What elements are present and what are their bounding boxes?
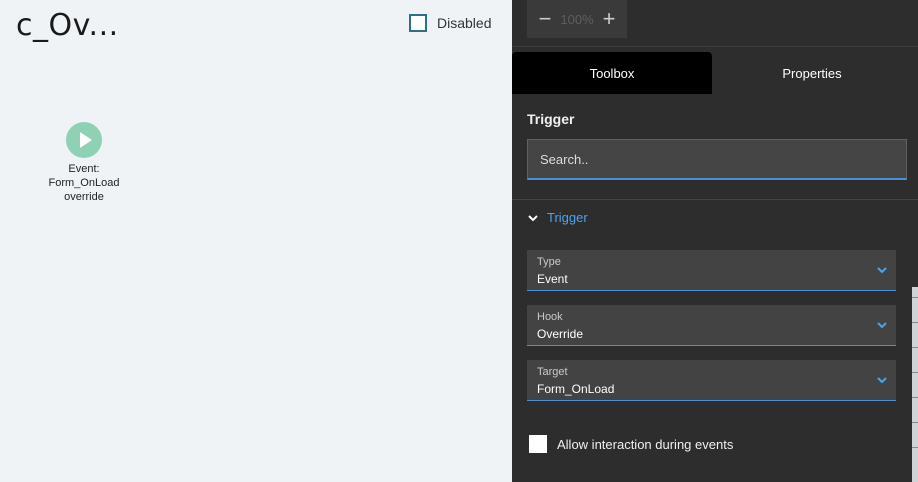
allow-interaction-label: Allow interaction during events bbox=[557, 436, 734, 452]
trigger-accordion[interactable]: Trigger bbox=[527, 210, 588, 225]
zoom-in-button[interactable]: + bbox=[599, 6, 619, 31]
type-label: Type bbox=[537, 256, 561, 268]
flow-title: c_Ov... bbox=[16, 8, 119, 43]
panel-tabs: Toolbox Properties bbox=[512, 52, 918, 94]
background-window-edge bbox=[912, 287, 918, 482]
trigger-accordion-label: Trigger bbox=[547, 210, 588, 225]
event-node-line1: Event: bbox=[68, 163, 100, 175]
tab-toolbox[interactable]: Toolbox bbox=[512, 52, 712, 94]
edge-tick bbox=[912, 397, 918, 398]
divider bbox=[512, 199, 918, 200]
event-node-line3: override bbox=[64, 191, 104, 203]
target-value: Form_OnLoad bbox=[537, 382, 615, 396]
type-select[interactable]: Type Event bbox=[527, 250, 896, 291]
allow-interaction-checkbox[interactable] bbox=[529, 435, 547, 453]
hook-select[interactable]: Hook Override bbox=[527, 305, 896, 346]
allow-interaction-toggle[interactable]: Allow interaction during events bbox=[529, 435, 733, 453]
chevron-down-icon bbox=[877, 322, 887, 329]
divider bbox=[512, 46, 918, 47]
edge-tick bbox=[912, 447, 918, 448]
zoom-out-button[interactable]: − bbox=[535, 6, 555, 31]
edge-tick bbox=[912, 322, 918, 323]
disabled-label: Disabled bbox=[437, 15, 492, 31]
type-value: Event bbox=[537, 272, 568, 286]
event-node-line2: Form_OnLoad bbox=[48, 177, 120, 189]
side-panel: − 100% + Toolbox Properties Trigger Trig… bbox=[512, 0, 918, 482]
flow-canvas[interactable]: c_Ov... Disabled Event: Form_OnLoad over… bbox=[0, 0, 512, 482]
edge-tick bbox=[912, 422, 918, 423]
chevron-down-icon bbox=[877, 377, 887, 384]
zoom-control: − 100% + bbox=[527, 0, 627, 38]
disabled-checkbox[interactable] bbox=[409, 14, 427, 32]
target-select[interactable]: Target Form_OnLoad bbox=[527, 360, 896, 401]
disabled-toggle[interactable]: Disabled bbox=[409, 14, 491, 32]
chevron-down-icon bbox=[528, 214, 538, 221]
edge-tick bbox=[912, 347, 918, 348]
tab-properties[interactable]: Properties bbox=[712, 52, 912, 94]
search-input[interactable] bbox=[538, 150, 906, 168]
zoom-level: 100% bbox=[560, 11, 594, 27]
search-box[interactable] bbox=[527, 139, 907, 180]
edge-tick bbox=[912, 372, 918, 373]
hook-label: Hook bbox=[537, 311, 563, 323]
event-node-label: Event: Form_OnLoad override bbox=[40, 162, 128, 204]
chevron-down-icon bbox=[877, 267, 887, 274]
play-icon bbox=[66, 122, 102, 158]
event-node[interactable]: Event: Form_OnLoad override bbox=[40, 122, 128, 204]
hook-value: Override bbox=[537, 327, 584, 341]
edge-tick bbox=[912, 297, 918, 298]
section-title: Trigger bbox=[527, 111, 575, 127]
target-label: Target bbox=[537, 366, 568, 378]
